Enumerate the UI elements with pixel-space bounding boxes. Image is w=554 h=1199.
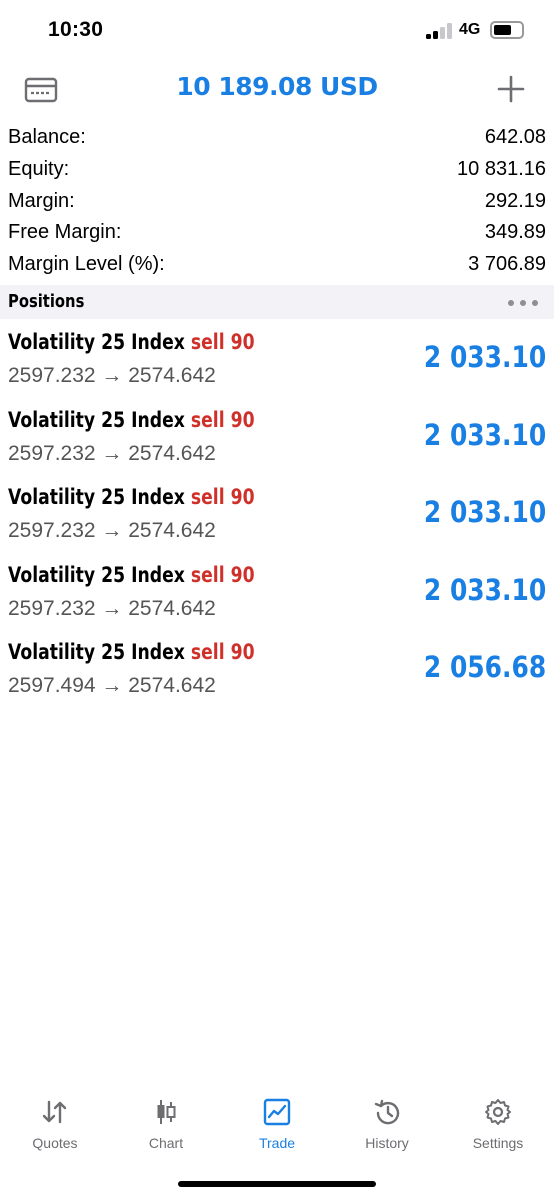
summary-label: Free Margin: [8, 221, 122, 244]
position-profit: 2 033.10 [423, 340, 546, 374]
candlestick-icon [157, 1100, 176, 1124]
position-symbol: Volatility 25 Index [8, 330, 185, 354]
positions-list: Volatility 25 Index sell 90 2597.232 → 2… [0, 322, 554, 710]
summary-label: Margin Level (%): [8, 253, 165, 276]
summary-row-margin: Margin: 292.19 [0, 186, 554, 218]
position-symbol: Volatility 25 Index [8, 640, 185, 664]
summary-value: 642.08 [484, 126, 546, 148]
position-prices: 2597.232 → 2574.642 [8, 596, 216, 620]
account-total: 10 189.08 USD [176, 72, 378, 101]
tab-quotes[interactable]: Quotes [0, 1088, 110, 1158]
position-prices: 2597.232 → 2574.642 [8, 519, 216, 542]
position-row[interactable]: Volatility 25 Index sell 90 2597.494 → 2… [0, 632, 554, 710]
summary-value: 292.19 [484, 189, 546, 212]
sort-arrows-icon [42, 1100, 67, 1124]
position-title: Volatility 25 Index sell 90 [8, 408, 255, 432]
battery-tip [490, 21, 524, 39]
tab-trade[interactable]: Trade [222, 1088, 332, 1158]
history-clock-icon [374, 1099, 400, 1125]
positions-section-header: Positions [0, 285, 554, 319]
position-prices: 2597.494 → 2574.642 [8, 674, 216, 697]
summary-value: 10 831.16 [457, 157, 546, 180]
tab-history[interactable]: History [332, 1088, 442, 1158]
summary-label: Margin: [8, 189, 75, 212]
position-row[interactable]: Volatility 25 Index sell 90 2597.232 → 2… [0, 477, 554, 555]
status-bar: 10:30 4G [0, 0, 554, 62]
tab-label: Settings [472, 1135, 524, 1151]
summary-value: 349.89 [484, 221, 546, 244]
tab-settings[interactable]: Settings [443, 1088, 553, 1158]
status-time: 10:30 [48, 18, 104, 41]
position-row[interactable]: Volatility 25 Index sell 90 2597.232 → 2… [0, 555, 554, 633]
plus-icon[interactable] [496, 74, 526, 104]
position-title: Volatility 25 Index sell 90 [8, 330, 255, 354]
position-type: sell 90 [190, 407, 255, 432]
signal-strength-icon [426, 23, 454, 39]
position-row[interactable]: Volatility 25 Index sell 90 2597.232 → 2… [0, 400, 554, 478]
position-prices: 2597.232 → 2574.642 [8, 364, 216, 387]
summary-row-free-margin: Free Margin: 349.89 [0, 217, 554, 249]
home-indicator [178, 1181, 376, 1187]
position-title: Volatility 25 Index sell 90 [8, 563, 255, 587]
position-symbol: Volatility 25 Index [8, 407, 185, 432]
position-profit: 2 033.10 [423, 572, 546, 607]
tab-label: Chart [148, 1135, 184, 1151]
position-type: sell 90 [190, 485, 255, 509]
position-type: sell 90 [190, 330, 255, 354]
position-profit: 2 033.10 [423, 495, 546, 529]
position-row[interactable]: Volatility 25 Index sell 90 2597.232 → 2… [0, 322, 554, 400]
network-type: 4G [459, 21, 481, 38]
position-type: sell 90 [190, 640, 255, 664]
position-profit: 2 033.10 [423, 417, 546, 452]
summary-row-balance: Balance: 642.08 [0, 122, 554, 154]
navigation-bar: 10 189.08 USD [0, 62, 554, 118]
position-prices: 2597.232 → 2574.642 [8, 441, 216, 465]
position-title: Volatility 25 Index sell 90 [8, 485, 255, 509]
position-symbol: Volatility 25 Index [8, 562, 185, 587]
position-symbol: Volatility 25 Index [8, 485, 185, 509]
tab-label: Quotes [32, 1135, 78, 1151]
position-profit: 2 056.68 [423, 650, 546, 684]
gear-icon [485, 1099, 511, 1125]
tab-label: History [365, 1135, 409, 1151]
tab-label: Trade [258, 1135, 296, 1151]
summary-value: 3 706.89 [468, 253, 546, 276]
summary-label: Equity: [8, 157, 70, 180]
account-summary: Balance: 642.08 Equity: 10 831.16 Margin… [0, 122, 554, 281]
trend-chart-icon [263, 1098, 291, 1126]
summary-row-equity: Equity: 10 831.16 [0, 154, 554, 186]
tab-chart[interactable]: Chart [111, 1088, 221, 1158]
position-title: Volatility 25 Index sell 90 [8, 640, 255, 664]
position-type: sell 90 [190, 562, 255, 587]
section-title: Positions [8, 291, 85, 312]
more-dots-icon[interactable] [508, 300, 538, 306]
summary-row-margin-level: Margin Level (%): 3 706.89 [0, 249, 554, 281]
summary-label: Balance: [8, 126, 86, 148]
